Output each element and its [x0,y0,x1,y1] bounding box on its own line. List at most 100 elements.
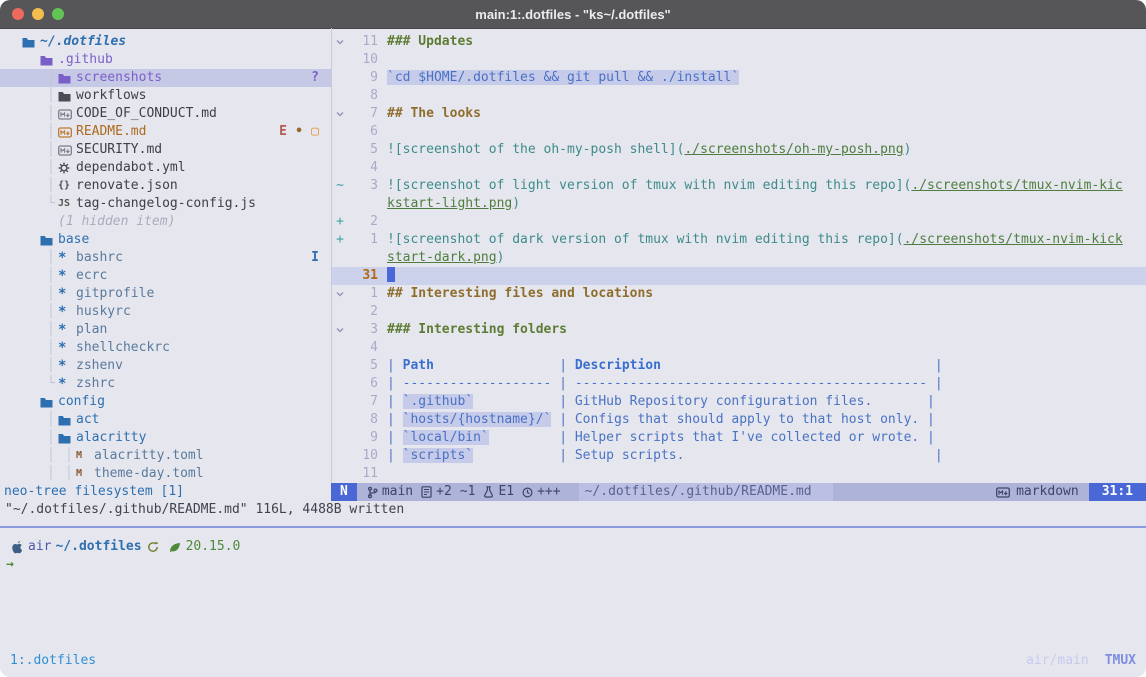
tree-item-label: theme-day.toml [94,465,204,483]
folder-icon [40,231,56,249]
line-number: 10 [348,51,378,69]
tree-item-label: CODE_OF_CONDUCT.md [76,105,217,123]
tree-item-screenshots[interactable]: │screenshots? [0,69,331,87]
buffer-line[interactable]: 5![screenshot of the oh-my-posh shell](.… [332,141,1146,159]
tree-item-code-of-conduct-md[interactable]: │ CODE_OF_CONDUCT.md [0,105,331,123]
sign-column [332,159,348,177]
buffer-line[interactable]: 4 [332,339,1146,357]
buffer-line[interactable]: 11 [332,465,1146,483]
tree-item-zshrc[interactable]: └*zshrc [0,375,331,393]
tree-item-tag-changelog-config-js[interactable]: └JStag-changelog-config.js [0,195,331,213]
buffer-line[interactable]: 8| `hosts/{hostname}/` | Configs that sh… [332,411,1146,429]
apple-icon [11,540,23,554]
shell-pane[interactable]: air~/.dotfiles20.15.0 → [0,528,1146,655]
tree-item-bashrc[interactable]: │*bashrcI [0,249,331,267]
tree-indent-guide: │ [47,321,55,339]
close-button[interactable] [12,8,24,20]
tree-item-renovate-json[interactable]: │{}renovate.json [0,177,331,195]
buffer-line-wrap[interactable]: start-dark.png) [332,249,1146,267]
buffer-line[interactable]: +1![screenshot of dark version of tmux w… [332,231,1146,249]
buffer-line[interactable]: 7| `.github` | GitHub Repository configu… [332,393,1146,411]
text-segment: | [387,358,403,373]
tree-item-config[interactable]: config [0,393,331,411]
text-segment: | [387,448,403,463]
buffer-line[interactable]: 9`cd $HOME/.dotfiles && git pull && ./in… [332,69,1146,87]
tree-item-security-md[interactable]: │SECURITY.md [0,141,331,159]
buffer-line[interactable]: 7## The looks [332,105,1146,123]
buffer-line[interactable]: 4 [332,159,1146,177]
buffer-line[interactable]: 2 [332,303,1146,321]
markdown-link[interactable]: start-dark.png [387,250,497,265]
diagnostics-icon [483,486,494,498]
markdown-link[interactable]: ./screenshots/oh-my-posh.png [684,142,903,157]
tree-item-gitprofile[interactable]: │*gitprofile [0,285,331,303]
buffer-line[interactable]: 10 [332,51,1146,69]
tmux-window-label[interactable]: 1:.dotfiles [10,645,96,677]
js-icon: JS [58,195,74,213]
tree-indent-guide: └ [47,195,55,213]
buffer-line-wrap[interactable]: kstart-light.png) [332,195,1146,213]
fold-chevron-icon[interactable] [332,33,348,51]
neotree-winbar: neo-tree filesystem [1] [0,483,335,501]
buffer-line[interactable]: ~3![screenshot of light version of tmux … [332,177,1146,195]
line-text: ## The looks [378,105,481,123]
text-segment: Path [403,358,434,373]
tree-item-github[interactable]: .github [0,51,331,69]
markdown-link[interactable]: ./screenshots/tmux-nvim-kic [911,178,1122,193]
tree-item-act[interactable]: │act [0,411,331,429]
tree-indent-guide: │ [47,105,55,123]
tree-item-label: plan [76,321,107,339]
tree-item-plan[interactable]: │*plan [0,321,331,339]
tree-item-label: zshrc [76,375,115,393]
minimize-button[interactable] [32,8,44,20]
tree-item-alacritty[interactable]: │alacritty [0,429,331,447]
line-text: ### Interesting folders [378,321,567,339]
line-text [378,159,387,177]
tree-item-theme-day-toml[interactable]: ││Mtheme-day.toml [0,465,331,483]
line-number: 10 [348,447,378,465]
buffer-line[interactable]: 31 [332,267,1146,285]
tree-status-badge: I [311,249,319,267]
tree-item-1-hidden-item[interactable]: (1 hidden item) [0,213,331,231]
text-segment: `local/bin` [403,430,489,445]
tree-item-label: bashrc [76,249,123,267]
buffer-line[interactable]: 8 [332,87,1146,105]
line-text: | `local/bin` | Helper scripts that I've… [378,429,935,447]
buffer-line[interactable]: 6| ------------------- | ---------------… [332,375,1146,393]
buffer-line[interactable]: 3### Interesting folders [332,321,1146,339]
buffer-line[interactable]: 6 [332,123,1146,141]
buffer-line[interactable]: 5| Path | Description | [332,357,1146,375]
tree-item-base[interactable]: base [0,231,331,249]
buffer-line[interactable]: 11### Updates [332,33,1146,51]
star-icon: * [58,375,74,393]
buffer-line[interactable]: +2 [332,213,1146,231]
tree-item-dependabot-yml[interactable]: │dependabot.yml [0,159,331,177]
buffer-line[interactable]: 1## Interesting files and locations [332,285,1146,303]
folder-icon [58,411,74,429]
line-number: 9 [348,69,378,87]
zoom-button[interactable] [52,8,64,20]
buffer-line[interactable]: 10| `scripts` | Setup scripts. | [332,447,1146,465]
markdown-link[interactable]: ./screenshots/tmux-nvim-kick [904,232,1123,247]
tree-item-dotfiles[interactable]: ~/.dotfiles [0,33,331,51]
tree-item-readme-md[interactable]: │README.mdE•▢ [0,123,331,141]
line-number: 5 [348,141,378,159]
tree-item-ecrc[interactable]: │*ecrc [0,267,331,285]
tree-item-alacritty-toml[interactable]: ││Malacritty.toml [0,447,331,465]
buffer-line[interactable]: 9| `local/bin` | Helper scripts that I'v… [332,429,1146,447]
tree-item-shellcheckrc[interactable]: │*shellcheckrc [0,339,331,357]
tree-item-huskyrc[interactable]: │*huskyrc [0,303,331,321]
tree-indent-guide: │ [65,465,73,483]
tree-item-zshenv[interactable]: │*zshenv [0,357,331,375]
line-number: 7 [348,105,378,123]
tree-item-workflows[interactable]: │workflows [0,87,331,105]
text-cursor [387,267,395,282]
fold-chevron-icon[interactable] [332,321,348,339]
fold-chevron-icon[interactable] [332,285,348,303]
tree-item-label: README.md [76,123,146,141]
markdown-link[interactable]: kstart-light.png [387,196,512,211]
text-segment: | [387,394,403,409]
fold-chevron-icon[interactable] [332,105,348,123]
editor-buffer[interactable]: 11### Updates109`cd $HOME/.dotfiles && g… [332,28,1146,488]
tree-indent-guide: │ [47,159,55,177]
